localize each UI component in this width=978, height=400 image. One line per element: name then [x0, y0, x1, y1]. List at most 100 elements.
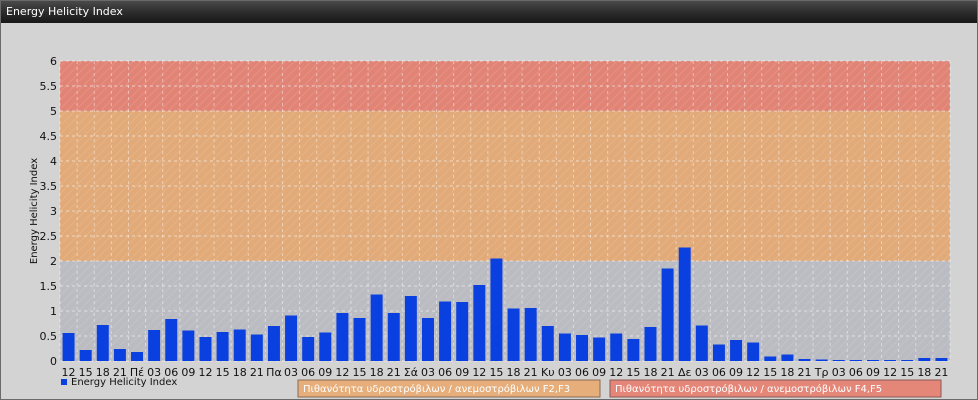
title-bar: Energy Helicity Index: [1, 1, 977, 23]
bar: [558, 333, 571, 361]
x-tick-label: 21: [250, 366, 264, 379]
y-tick-label: 0.5: [40, 330, 58, 343]
x-tick-label: 18: [917, 366, 931, 379]
bar: [935, 358, 948, 361]
x-tick-label: Πα: [266, 366, 282, 379]
y-tick-label: 3.5: [40, 180, 58, 193]
y-tick-label: 2.5: [40, 230, 58, 243]
bar: [182, 330, 195, 361]
y-tick-label: 6: [50, 55, 57, 68]
x-tick-label: 06: [438, 366, 452, 379]
x-tick-label: 15: [900, 366, 914, 379]
window-title: Energy Helicity Index: [6, 5, 123, 18]
x-tick-label: Δε: [678, 366, 692, 379]
x-tick-label: 12: [335, 366, 349, 379]
chart: 00.511.522.533.544.555.56 12 15 18 21 Πέ 03 06…: [1, 23, 977, 399]
x-tick-label: 09: [181, 366, 195, 379]
x-tick-label: Κυ: [541, 366, 555, 379]
legend-band-f2-f3-label: Πιθανότητα υδροστρόβιλων / ανεμοστρόβιλω…: [303, 383, 570, 395]
x-tick-label: 06: [301, 366, 315, 379]
y-tick-label: 4.5: [40, 130, 58, 143]
bar: [490, 258, 503, 361]
legend-series-label: Energy Helicity Index: [71, 377, 177, 388]
x-tick-label: 09: [318, 366, 332, 379]
bar: [781, 354, 794, 361]
y-tick-label: 2: [50, 255, 57, 268]
bar: [131, 352, 144, 361]
x-tick-label: 18: [507, 366, 521, 379]
bar: [627, 339, 640, 361]
bar: [267, 326, 280, 361]
bar: [404, 296, 417, 361]
x-tick-label: 06: [575, 366, 589, 379]
bar: [678, 247, 691, 361]
x-tick-label: 03: [284, 366, 298, 379]
x-tick-label: 12: [472, 366, 486, 379]
bar: [216, 332, 229, 361]
x-tick-label: 12: [746, 366, 760, 379]
bar: [199, 337, 212, 361]
x-tick-label: 03: [695, 366, 709, 379]
bar: [319, 332, 332, 361]
bar: [353, 318, 366, 361]
x-tick-label: Σά: [404, 366, 418, 379]
x-tick-label: 21: [934, 366, 948, 379]
bar: [96, 325, 109, 361]
bar: [507, 308, 520, 361]
bar: [370, 294, 383, 361]
y-tick-label: 5.5: [40, 80, 58, 93]
bar: [165, 319, 178, 361]
bar: [661, 268, 674, 361]
bar: [113, 349, 126, 361]
x-tick-label: 15: [353, 366, 367, 379]
y-tick-label: 4: [50, 155, 57, 168]
bar: [439, 301, 452, 361]
bar: [918, 358, 931, 361]
bar: [576, 335, 589, 361]
chart-window: Energy Helicity Index 0 0.5 1 1.5 2 2.5 3 3.5 4 4…: [0, 0, 978, 400]
bar: [79, 350, 92, 361]
bar: [610, 333, 623, 361]
bar: [695, 325, 708, 361]
bar: [524, 308, 537, 361]
bar: [901, 360, 914, 361]
y-tick-label: 0: [50, 355, 57, 368]
x-tick-label: 09: [455, 366, 469, 379]
x-tick-label: 18: [370, 366, 384, 379]
x-tick-label: 18: [233, 366, 247, 379]
bar: [747, 342, 760, 361]
bar: [473, 285, 486, 361]
bar: [302, 337, 315, 361]
x-tick-label: 12: [198, 366, 212, 379]
x-tick-label: 03: [558, 366, 572, 379]
x-tick-label: 09: [592, 366, 606, 379]
legend-band-f4-f5-label: Πιθανότητα υδροστρόβιλων / ανεμοστρόβιλω…: [615, 383, 882, 395]
bar: [764, 356, 777, 361]
bar: [712, 344, 725, 361]
bar: [148, 330, 161, 361]
x-tick-label: 21: [798, 366, 812, 379]
legend-swatch: [61, 379, 67, 385]
y-tick-label: 3: [50, 205, 57, 218]
x-tick-label: 12: [883, 366, 897, 379]
bar: [421, 318, 434, 361]
x-tick-label: 15: [626, 366, 640, 379]
bar: [849, 360, 862, 361]
x-tick-label: 12: [609, 366, 623, 379]
x-tick-label: 09: [866, 366, 880, 379]
bar: [387, 313, 400, 361]
x-tick-label: 18: [780, 366, 794, 379]
x-tick-label: 15: [763, 366, 777, 379]
x-tick-label: 03: [832, 366, 846, 379]
x-tick-label: 15: [216, 366, 230, 379]
bar: [250, 334, 263, 361]
bar: [884, 360, 897, 361]
bar: [798, 359, 811, 361]
x-tick-label: 03: [421, 366, 435, 379]
bar: [815, 359, 828, 361]
bar: [730, 340, 743, 361]
bar: [593, 337, 606, 361]
bar: [62, 333, 75, 361]
x-tick-label: 06: [712, 366, 726, 379]
x-tick-label: 21: [661, 366, 675, 379]
